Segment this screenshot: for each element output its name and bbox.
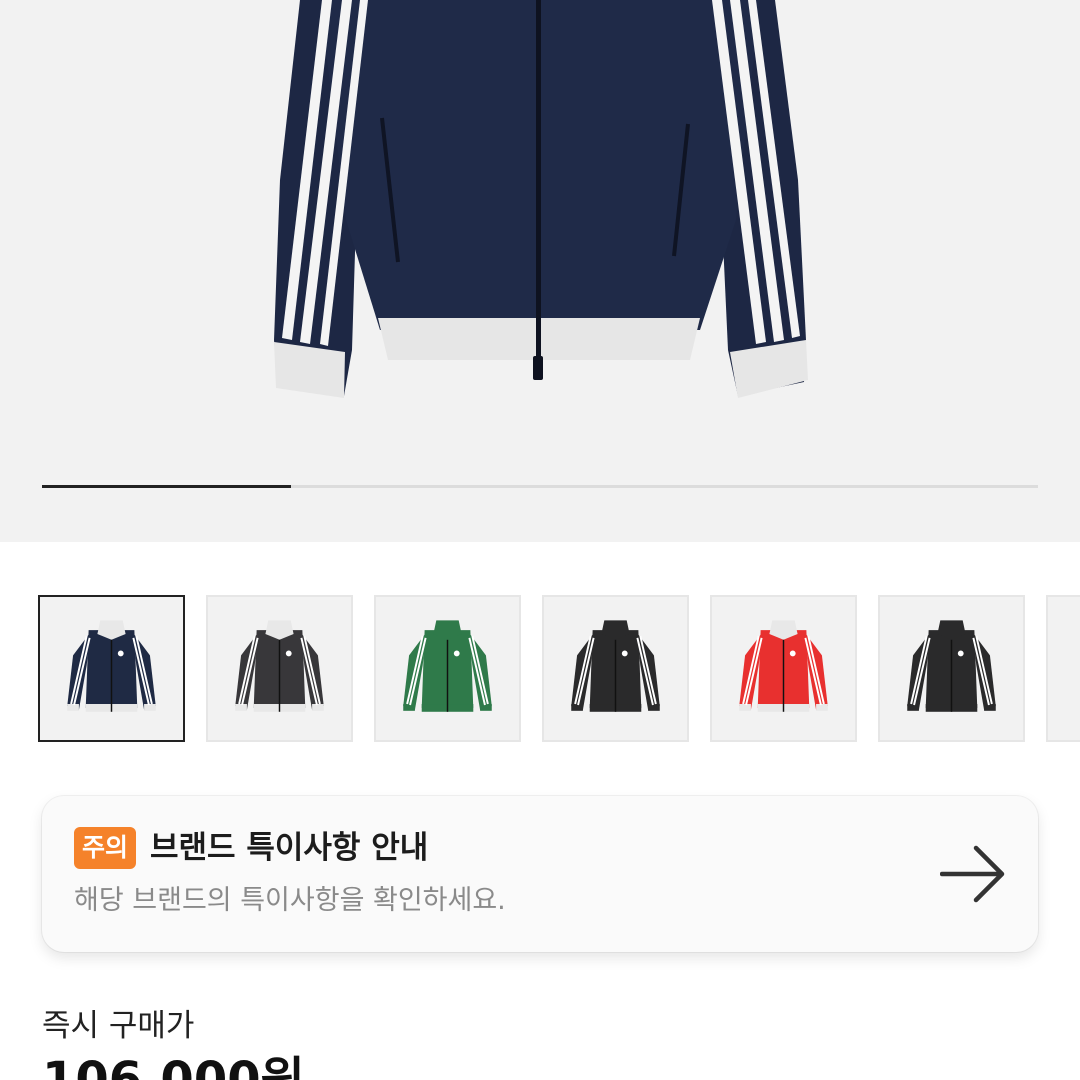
gallery-progress-bar xyxy=(42,485,1038,488)
jacket-thumbnail-image xyxy=(403,620,492,712)
product-image-gallery[interactable] xyxy=(0,0,1080,542)
jacket-thumbnail-image xyxy=(1048,597,1080,740)
color-thumbnail[interactable] xyxy=(206,595,353,742)
color-thumbnail[interactable] xyxy=(878,595,1025,742)
instant-buy-price-label: 즉시 구매가 xyxy=(42,1008,195,1044)
notice-title: 브랜드 특이사항 안내 xyxy=(150,830,429,866)
notice-subtitle: 해당 브랜드의 특이사항을 확인하세요. xyxy=(74,885,506,916)
color-thumbnail[interactable] xyxy=(1046,595,1080,742)
brand-notice-card[interactable]: 주의 브랜드 특이사항 안내 해당 브랜드의 특이사항을 확인하세요. xyxy=(42,796,1038,952)
warning-badge: 주의 xyxy=(74,827,137,869)
color-thumbnail[interactable] xyxy=(38,595,185,742)
jacket-thumbnail-image xyxy=(571,620,660,712)
product-main-image xyxy=(274,0,808,398)
jacket-thumbnail-image xyxy=(739,620,828,712)
instant-buy-price: 106,000원 xyxy=(42,1052,305,1080)
color-thumbnail[interactable] xyxy=(710,595,857,742)
jacket-thumbnail-image xyxy=(235,620,324,712)
color-thumbnail[interactable] xyxy=(542,595,689,742)
arrow-right-icon[interactable] xyxy=(940,844,1006,904)
jacket-thumbnail-image xyxy=(67,620,156,712)
color-thumbnail[interactable] xyxy=(374,595,521,742)
color-thumbnail-list[interactable] xyxy=(0,595,1080,743)
jacket-thumbnail-image xyxy=(907,620,996,712)
gallery-progress-fill xyxy=(42,485,291,488)
